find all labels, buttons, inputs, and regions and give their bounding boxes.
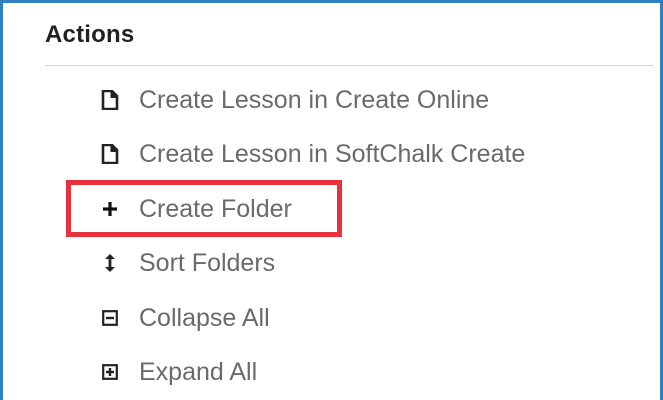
action-label: Collapse All xyxy=(139,303,270,332)
action-label: Expand All xyxy=(139,357,258,386)
document-icon xyxy=(99,89,121,111)
expand-all-action[interactable]: Expand All xyxy=(99,355,257,389)
sort-icon xyxy=(99,252,121,274)
expand-icon xyxy=(99,361,121,383)
document-icon xyxy=(99,143,121,165)
collapse-icon xyxy=(99,307,121,329)
create-folder-highlight xyxy=(66,180,342,237)
action-label: Sort Folders xyxy=(139,248,276,277)
action-label: Create Lesson in Create Online xyxy=(139,85,490,114)
action-label: Create Lesson in SoftChalk Create xyxy=(139,139,526,168)
actions-panel: Actions Create Lesson in Create Online C… xyxy=(0,0,663,400)
collapse-all-action[interactable]: Collapse All xyxy=(99,301,270,335)
create-lesson-softchalk-action[interactable]: Create Lesson in SoftChalk Create xyxy=(99,137,525,171)
create-lesson-online-action[interactable]: Create Lesson in Create Online xyxy=(99,83,489,117)
sort-folders-action[interactable]: Sort Folders xyxy=(99,246,275,280)
